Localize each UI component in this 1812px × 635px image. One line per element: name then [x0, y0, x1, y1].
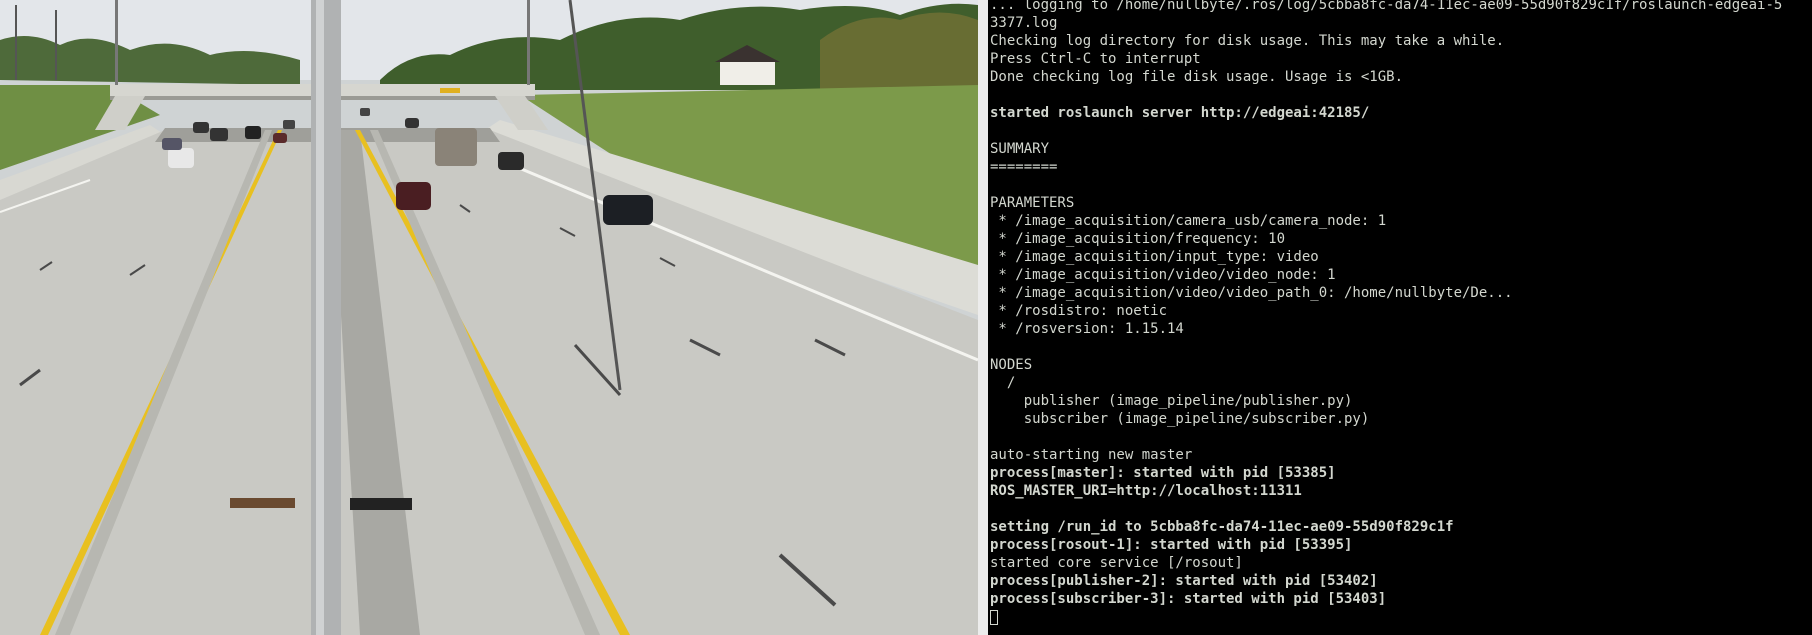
terminal-line: started roslaunch server http://edgeai:4…	[990, 105, 1370, 121]
terminal-line: Done checking log file disk usage. Usage…	[990, 69, 1404, 85]
terminal-line: process[master]: started with pid [53385…	[990, 465, 1336, 481]
terminal-window[interactable]: ... logging to /home/nullbyte/.ros/log/5…	[988, 0, 1812, 635]
terminal-line: * /image_acquisition/video/video_path_0:…	[990, 285, 1513, 301]
terminal-line: started core service [/rosout]	[990, 555, 1243, 571]
terminal-line: PARAMETERS	[990, 195, 1075, 211]
terminal-line: process[rosout-1]: started with pid [533…	[990, 537, 1353, 553]
terminal-line: * /image_acquisition/video/video_node: 1	[990, 267, 1336, 283]
video-feed-window	[0, 0, 978, 635]
terminal-line: publisher (image_pipeline/publisher.py)	[990, 393, 1353, 409]
terminal-line: SUMMARY	[990, 141, 1050, 157]
terminal-line: * /image_acquisition/input_type: video	[990, 249, 1319, 265]
terminal-prompt-line[interactable]	[990, 608, 1812, 626]
desktop-screen: ... logging to /home/nullbyte/.ros/log/5…	[0, 0, 1812, 635]
terminal-line: process[subscriber-3]: started with pid …	[990, 591, 1387, 607]
terminal-line: /	[990, 375, 1016, 391]
terminal-line: ========	[990, 159, 1058, 175]
terminal-line: * /image_acquisition/frequency: 10	[990, 231, 1286, 247]
terminal-line: 3377.log	[990, 15, 1058, 31]
terminal-line: setting /run_id to 5cbba8fc-da74-11ec-ae…	[990, 519, 1454, 535]
terminal-line: ROS_MASTER_URI=http://localhost:11311	[990, 483, 1302, 499]
terminal-cursor	[990, 609, 998, 625]
terminal-line: auto-starting new master	[990, 447, 1193, 463]
window-divider[interactable]	[978, 0, 988, 635]
terminal-line: subscriber (image_pipeline/subscriber.py…	[990, 411, 1370, 427]
terminal-output: ... logging to /home/nullbyte/.ros/log/5…	[990, 0, 1812, 626]
terminal-line: ... logging to /home/nullbyte/.ros/log/5…	[990, 0, 1783, 13]
highway-video-frame	[0, 0, 978, 635]
terminal-line: Checking log directory for disk usage. T…	[990, 33, 1505, 49]
terminal-line: * /rosdistro: noetic	[990, 303, 1168, 319]
terminal-line: * /image_acquisition/camera_usb/camera_n…	[990, 213, 1387, 229]
terminal-line: * /rosversion: 1.15.14	[990, 321, 1184, 337]
terminal-line: process[publisher-2]: started with pid […	[990, 573, 1378, 589]
terminal-line: Press Ctrl-C to interrupt	[990, 51, 1201, 67]
terminal-line: NODES	[990, 357, 1033, 373]
